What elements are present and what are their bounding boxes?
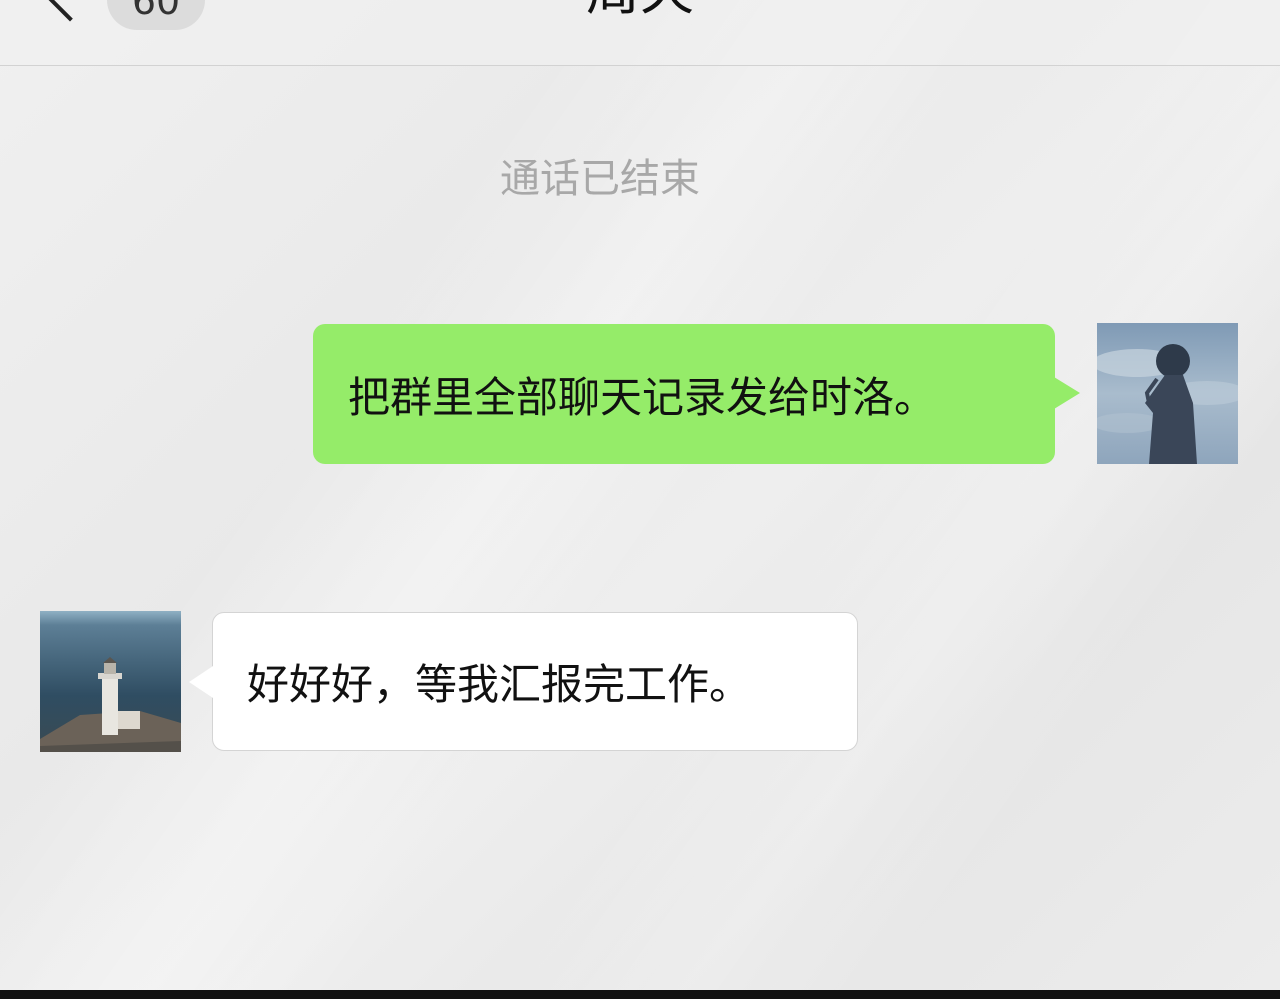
- incoming-message-bubble[interactable]: 好好好，等我汇报完工作。: [189, 612, 858, 751]
- silhouette-avatar-image: [1097, 323, 1238, 464]
- outgoing-message-bubble[interactable]: 把群里全部聊天记录发给时洛。: [313, 324, 1080, 464]
- chat-header: 60 周天: [0, 0, 1280, 66]
- contact-avatar[interactable]: [40, 611, 181, 752]
- unread-count-badge[interactable]: 60: [107, 0, 205, 30]
- message-text: 把群里全部聊天记录发给时洛。: [348, 372, 937, 422]
- bottom-edge-bar: [0, 990, 1280, 999]
- back-arrow-icon[interactable]: [44, 0, 96, 22]
- message-text: 好好好，等我汇报完工作。: [247, 660, 752, 709]
- call-ended-notice: 通话已结束: [500, 156, 700, 202]
- lighthouse-avatar-image: [40, 611, 181, 752]
- self-avatar[interactable]: [1097, 323, 1238, 464]
- chat-title: 周天: [440, 0, 840, 26]
